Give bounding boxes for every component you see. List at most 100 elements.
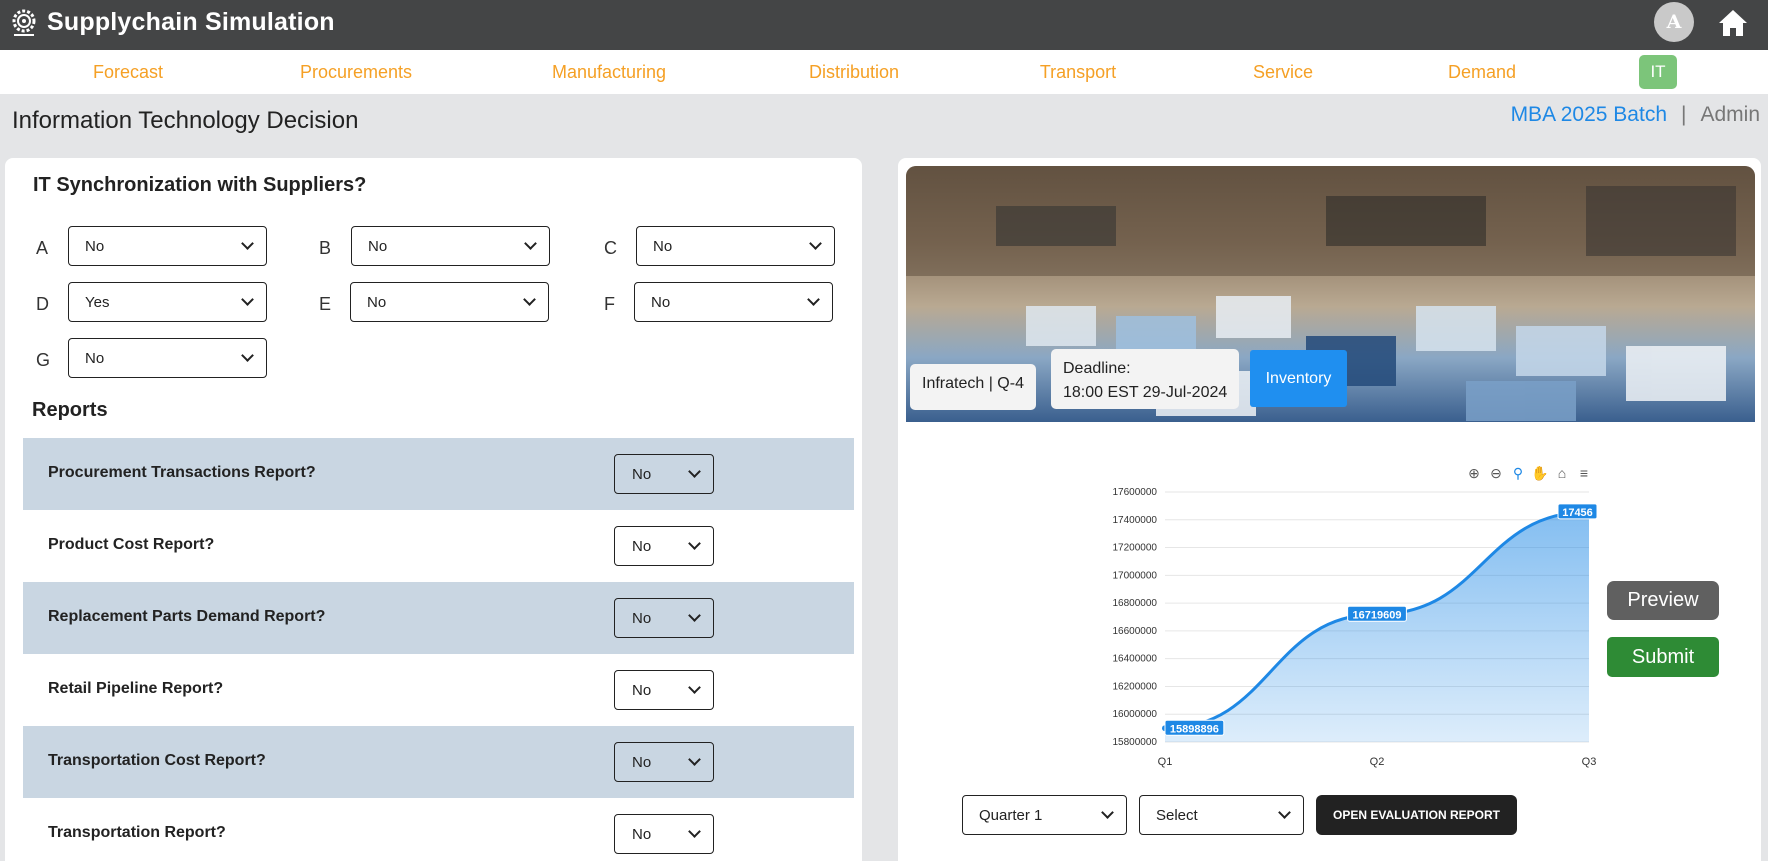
report-row: Procurement Transactions Report? No xyxy=(23,438,854,510)
report-select-value: No xyxy=(632,753,652,771)
submit-button[interactable]: Submit xyxy=(1607,637,1719,677)
report-select[interactable]: No xyxy=(614,742,714,782)
deadline-label: Deadline: xyxy=(1063,360,1131,377)
batch-info: MBA 2025 Batch | Admin xyxy=(1468,103,1768,127)
open-evaluation-report-button[interactable]: OPEN EVALUATION REPORT xyxy=(1316,795,1517,835)
y-tick-label: 16400000 xyxy=(1113,654,1158,665)
chevron-down-icon xyxy=(688,465,701,478)
nav-distribution[interactable]: Distribution xyxy=(809,62,899,83)
report-select[interactable]: No xyxy=(614,526,714,566)
report-row: Replacement Parts Demand Report? No xyxy=(23,582,854,654)
main-nav: Forecast Procurements Manufacturing Dist… xyxy=(0,50,1768,94)
report-select[interactable]: No xyxy=(614,454,714,494)
x-tick-label: Q3 xyxy=(1582,756,1597,768)
report-row: Transportation Cost Report? No xyxy=(23,726,854,798)
preview-button[interactable]: Preview xyxy=(1607,581,1719,620)
quarter-select-value: Quarter 1 xyxy=(979,806,1043,824)
role-label: Admin xyxy=(1700,103,1760,126)
report-select[interactable]: No xyxy=(614,598,714,638)
chevron-down-icon xyxy=(241,237,254,250)
field-label-d: D xyxy=(36,294,49,314)
report-select-value: No xyxy=(632,609,652,627)
sync-title: IT Synchronization with Suppliers? xyxy=(33,174,367,196)
report-label: Retail Pipeline Report? xyxy=(48,680,224,697)
field-label-g: G xyxy=(36,350,51,370)
chevron-down-icon xyxy=(523,293,536,306)
deadline-value: 18:00 EST 29-Jul-2024 xyxy=(1063,384,1228,401)
select-b[interactable]: No xyxy=(351,226,550,266)
report-row: Retail Pipeline Report? No xyxy=(23,654,854,726)
report-row: Product Cost Report? No xyxy=(23,510,854,582)
select-f-value: No xyxy=(651,293,671,311)
report-select[interactable]: No xyxy=(614,814,714,854)
report-label: Replacement Parts Demand Report? xyxy=(48,608,326,625)
chevron-down-icon xyxy=(1278,806,1291,819)
chevron-down-icon xyxy=(241,293,254,306)
field-label-f: F xyxy=(604,294,615,314)
app-title: Supplychain Simulation xyxy=(47,8,335,36)
nav-it-active[interactable]: IT xyxy=(1639,55,1677,89)
report-label: Procurement Transactions Report? xyxy=(48,464,316,481)
data-label: 15898896 xyxy=(1170,723,1219,735)
y-tick-label: 16800000 xyxy=(1113,598,1158,609)
y-tick-label: 17400000 xyxy=(1113,515,1158,526)
report-select-value: No xyxy=(632,825,652,843)
y-tick-label: 16000000 xyxy=(1113,709,1158,720)
select-e[interactable]: No xyxy=(350,282,549,322)
report-label: Transportation Cost Report? xyxy=(48,752,266,769)
gear-logo-icon xyxy=(12,9,36,36)
select-c[interactable]: No xyxy=(636,226,835,266)
avatar[interactable]: A xyxy=(1654,2,1694,42)
select-f[interactable]: No xyxy=(634,282,833,322)
y-tick-label: 17200000 xyxy=(1113,543,1158,554)
field-label-c: C xyxy=(604,238,617,258)
select-g[interactable]: No xyxy=(68,338,267,378)
top-bar: Supplychain Simulation A xyxy=(0,0,1768,50)
field-label-b: B xyxy=(319,238,332,258)
select-a[interactable]: No xyxy=(68,226,267,266)
deadline-box: Deadline: 18:00 EST 29-Jul-2024 xyxy=(1051,349,1240,409)
report-label: Transportation Report? xyxy=(48,824,226,841)
y-tick-label: 17000000 xyxy=(1113,570,1158,581)
nav-forecast[interactable]: Forecast xyxy=(93,62,163,83)
page-title: Information Technology Decision xyxy=(12,107,359,134)
data-label: 16719609 xyxy=(1353,609,1402,621)
select-a-value: No xyxy=(85,237,105,255)
report-label: Product Cost Report? xyxy=(48,536,215,553)
select-c-value: No xyxy=(653,237,673,255)
chevron-down-icon xyxy=(688,537,701,550)
report-select[interactable]: No xyxy=(614,670,714,710)
quarter-select[interactable]: Quarter 1 xyxy=(962,795,1127,835)
chevron-down-icon xyxy=(241,349,254,362)
data-label: 17456 xyxy=(1562,507,1593,519)
chevron-down-icon xyxy=(1101,806,1114,819)
y-tick-label: 17600000 xyxy=(1113,487,1158,498)
report-select-value: No xyxy=(632,465,652,483)
nav-procurements[interactable]: Procurements xyxy=(300,62,412,83)
select-e-value: No xyxy=(367,293,387,311)
reports-title: Reports xyxy=(32,399,108,421)
y-tick-label: 15800000 xyxy=(1113,737,1158,748)
nav-demand[interactable]: Demand xyxy=(1448,62,1516,83)
home-icon[interactable] xyxy=(1717,8,1749,38)
report-select-value: No xyxy=(632,681,652,699)
chevron-down-icon xyxy=(524,237,537,250)
chevron-down-icon xyxy=(688,609,701,622)
batch-separator: | xyxy=(1681,103,1687,126)
series-area xyxy=(1165,511,1589,742)
field-label-e: E xyxy=(319,294,332,314)
batch-link[interactable]: MBA 2025 Batch xyxy=(1511,103,1667,126)
inventory-button[interactable]: Inventory xyxy=(1250,350,1347,407)
field-label-a: A xyxy=(36,238,49,258)
filter-select-value: Select xyxy=(1156,806,1198,824)
report-select-value: No xyxy=(632,537,652,555)
select-d[interactable]: Yes xyxy=(68,282,267,322)
report-row: Transportation Report? No xyxy=(23,798,854,861)
y-tick-label: 16600000 xyxy=(1113,626,1158,637)
select-g-value: No xyxy=(85,349,105,367)
chevron-down-icon xyxy=(688,753,701,766)
nav-transport[interactable]: Transport xyxy=(1040,62,1116,83)
nav-manufacturing[interactable]: Manufacturing xyxy=(552,62,666,83)
filter-select[interactable]: Select xyxy=(1139,795,1304,835)
nav-service[interactable]: Service xyxy=(1253,62,1313,83)
